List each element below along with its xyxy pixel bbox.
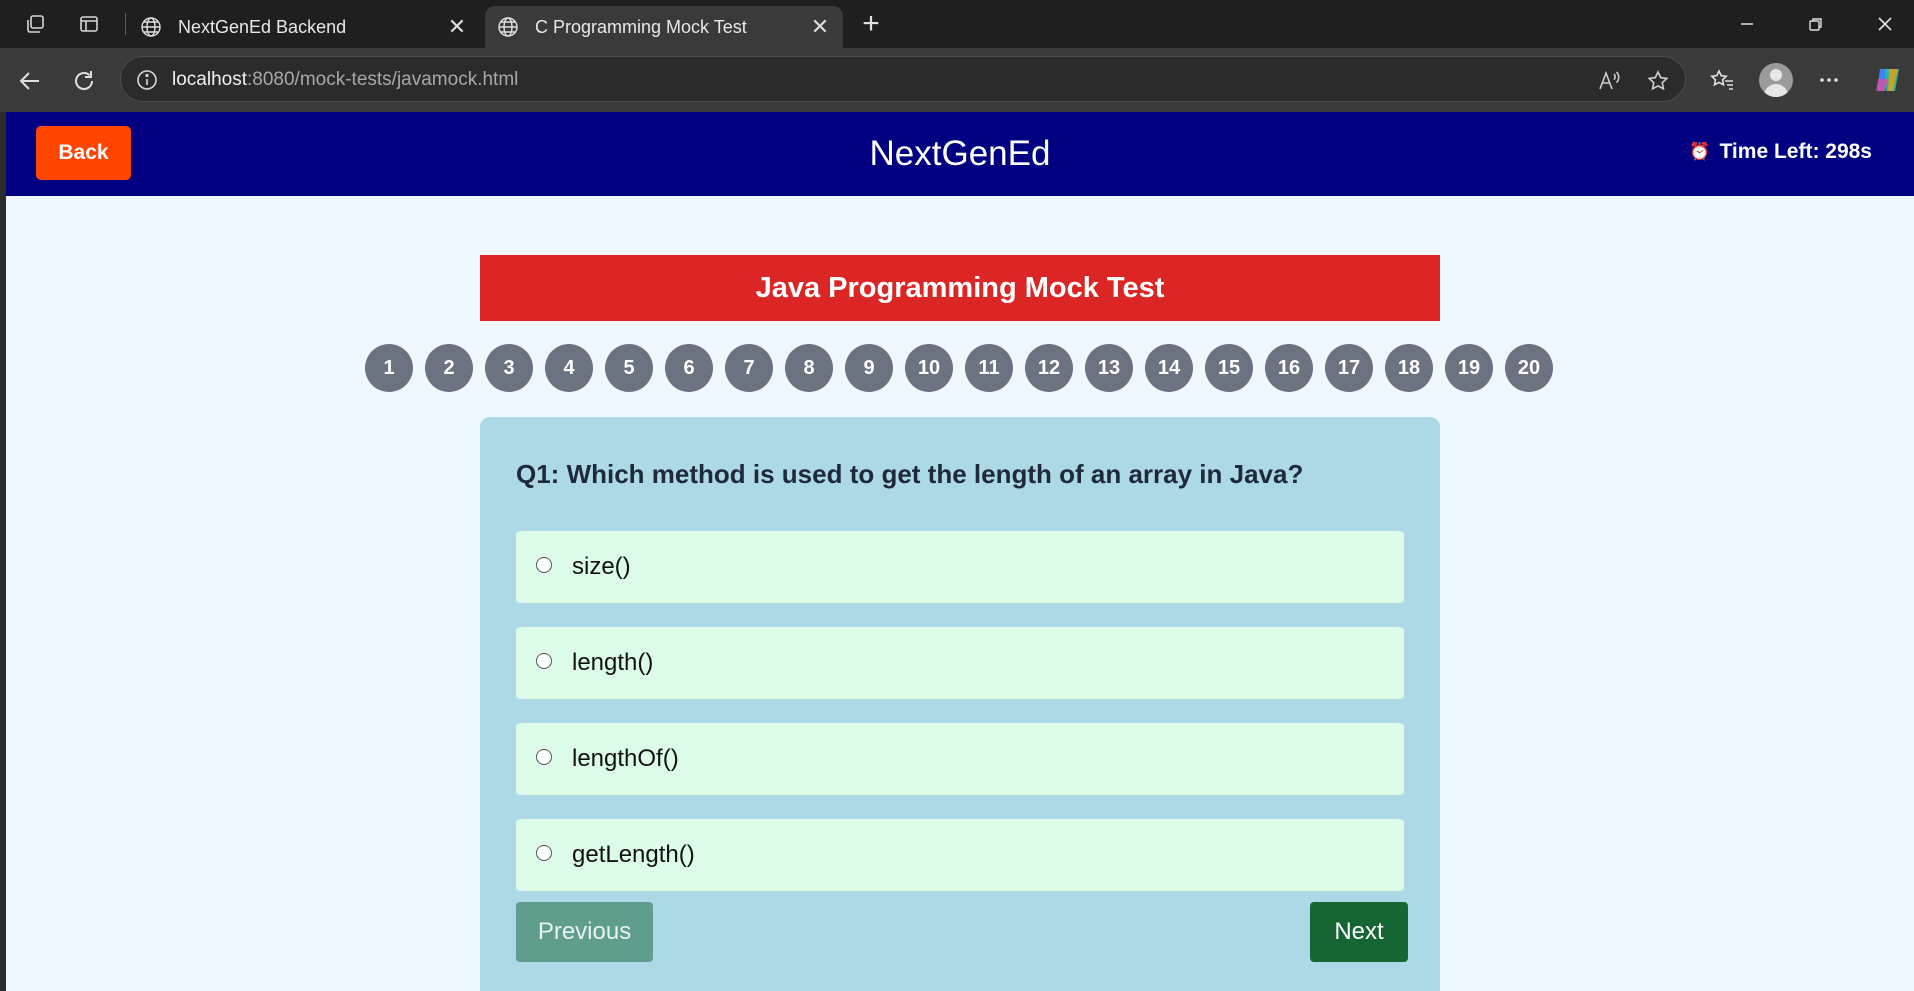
option-label: lengthOf() xyxy=(572,745,679,772)
url-path: :8080/mock-tests/javamock.html xyxy=(247,69,519,90)
question-number-button[interactable]: 8 xyxy=(785,344,833,392)
tab-title: NextGenEd Backend xyxy=(178,16,347,37)
question-card: Q1: Which method is used to get the leng… xyxy=(480,417,1440,991)
previous-button[interactable]: Previous xyxy=(516,902,653,962)
question-number-button[interactable]: 7 xyxy=(725,344,773,392)
timer-label: Time Left: 298s xyxy=(1719,140,1872,163)
question-number-button[interactable]: 13 xyxy=(1085,344,1133,392)
question-number-button[interactable]: 5 xyxy=(605,344,653,392)
read-aloud-icon[interactable] xyxy=(1595,67,1623,95)
answer-option[interactable]: length() xyxy=(516,627,1404,699)
brand-title: NextGenEd xyxy=(869,134,1051,173)
back-button[interactable]: Back xyxy=(36,126,131,180)
favorites-icon[interactable] xyxy=(1704,62,1740,98)
browser-tab-c-programming-mock-test[interactable]: C Programming Mock Test ✕ xyxy=(485,6,843,48)
question-text: Q1: Which method is used to get the leng… xyxy=(516,459,1304,489)
alarm-clock-icon: ⏰ xyxy=(1689,142,1711,161)
favorite-star-icon[interactable] xyxy=(1644,67,1672,95)
radio-button[interactable] xyxy=(536,749,552,765)
minimize-icon[interactable] xyxy=(1719,4,1775,44)
browser-tab-strip: NextGenEd Backend ✕ C Programming Mock T… xyxy=(0,0,1914,48)
refresh-icon[interactable] xyxy=(67,64,101,98)
browser-tab-nextgened-backend[interactable]: NextGenEd Backend ✕ xyxy=(128,6,480,48)
restore-icon[interactable] xyxy=(1788,4,1844,44)
radio-button[interactable] xyxy=(536,845,552,861)
web-page: Back NextGenEd ⏰ Time Left: 298s Java Pr… xyxy=(6,112,1914,991)
timer: ⏰ Time Left: 298s xyxy=(1689,140,1872,164)
radio-button[interactable] xyxy=(536,653,552,669)
tab-title: C Programming Mock Test xyxy=(535,16,747,37)
option-label: getLength() xyxy=(572,841,695,868)
tab-divider xyxy=(125,13,126,35)
url-text[interactable]: localhost:8080/mock-tests/javamock.html xyxy=(172,69,518,91)
answer-option[interactable]: getLength() xyxy=(516,819,1404,891)
next-button[interactable]: Next xyxy=(1310,902,1408,962)
profile-avatar[interactable] xyxy=(1759,63,1793,97)
question-number-button[interactable]: 2 xyxy=(425,344,473,392)
globe-icon xyxy=(138,14,164,40)
close-tab-icon[interactable]: ✕ xyxy=(442,12,472,42)
question-number-button[interactable]: 14 xyxy=(1145,344,1193,392)
question-number-button[interactable]: 3 xyxy=(485,344,533,392)
close-window-icon[interactable] xyxy=(1857,4,1913,44)
back-arrow-icon[interactable] xyxy=(13,64,47,98)
url-host: localhost xyxy=(172,69,247,90)
address-bar[interactable]: localhost:8080/mock-tests/javamock.html xyxy=(120,56,1686,102)
tab-actions-icon[interactable] xyxy=(74,9,104,39)
question-number-button[interactable]: 4 xyxy=(545,344,593,392)
question-number-button[interactable]: 16 xyxy=(1265,344,1313,392)
site-header: Back NextGenEd ⏰ Time Left: 298s xyxy=(6,112,1914,196)
question-number-button[interactable]: 11 xyxy=(965,344,1013,392)
copilot-icon[interactable] xyxy=(1869,62,1905,98)
new-tab-icon[interactable]: + xyxy=(855,7,887,40)
question-number-button[interactable]: 10 xyxy=(905,344,953,392)
browser-toolbar: localhost:8080/mock-tests/javamock.html xyxy=(0,48,1914,112)
option-label: length() xyxy=(572,649,654,676)
question-number-button[interactable]: 9 xyxy=(845,344,893,392)
more-options-icon[interactable] xyxy=(1811,62,1847,98)
radio-button[interactable] xyxy=(536,557,552,573)
question-navigator: 1 2 3 4 5 6 7 8 9 10 11 12 13 14 15 16 1… xyxy=(365,344,1553,392)
answer-option[interactable]: size() xyxy=(516,531,1404,603)
question-number-button[interactable]: 19 xyxy=(1445,344,1493,392)
avatar-head xyxy=(1770,69,1782,81)
avatar-body xyxy=(1764,84,1788,97)
question-number-button[interactable]: 15 xyxy=(1205,344,1253,392)
question-number-button[interactable]: 12 xyxy=(1025,344,1073,392)
question-number-button[interactable]: 17 xyxy=(1325,344,1373,392)
site-info-icon[interactable] xyxy=(135,68,159,92)
globe-icon xyxy=(495,14,521,40)
test-title-banner: Java Programming Mock Test xyxy=(480,255,1440,321)
question-number-button[interactable]: 6 xyxy=(665,344,713,392)
answer-option[interactable]: lengthOf() xyxy=(516,723,1404,795)
option-label: size() xyxy=(572,553,631,580)
workspaces-icon[interactable] xyxy=(20,9,50,39)
question-number-button[interactable]: 20 xyxy=(1505,344,1553,392)
close-tab-icon[interactable]: ✕ xyxy=(805,12,835,42)
question-number-button[interactable]: 18 xyxy=(1385,344,1433,392)
question-number-button[interactable]: 1 xyxy=(365,344,413,392)
